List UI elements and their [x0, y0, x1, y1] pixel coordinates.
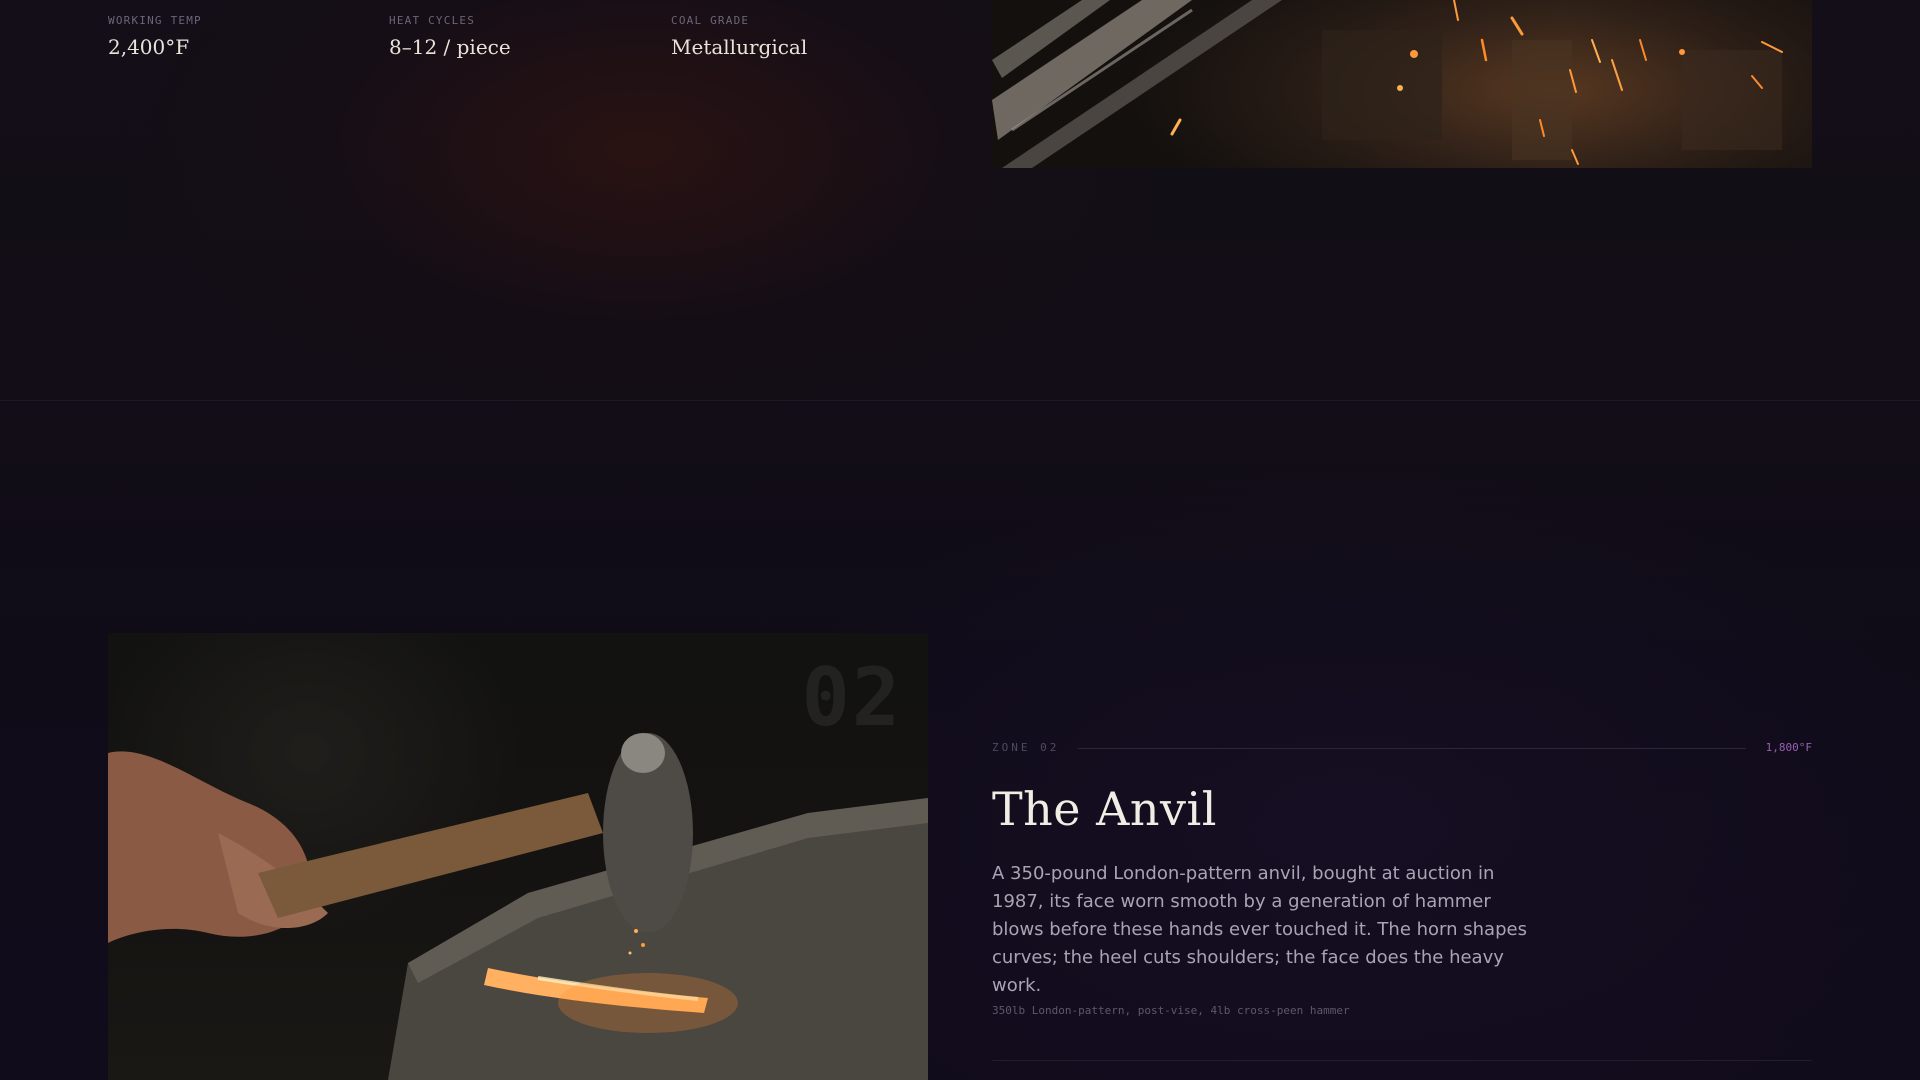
- stat-value: 8–12 / piece: [389, 35, 511, 59]
- stat-value: 2,400°F: [108, 35, 190, 59]
- forge-sparks-photo: [992, 0, 1812, 168]
- stat-label: WORKING TEMP: [108, 14, 202, 27]
- section-title: The Anvil: [992, 782, 1217, 836]
- section-divider: [0, 400, 1920, 401]
- forge-sparks-illustration: [992, 0, 1783, 168]
- anvil-photo: 02: [108, 633, 928, 1080]
- section-description: A 350-pound London-pattern anvil, bought…: [992, 863, 1527, 996]
- stat-value: Metallurgical: [671, 35, 808, 59]
- stat-label: HEAT CYCLES: [389, 14, 476, 27]
- stat-heat-cycles: HEAT CYCLES 8–12 / piece: [389, 14, 511, 59]
- forge-section: WORKING TEMP 2,400°F HEAT CYCLES 8–12 / …: [0, 0, 1920, 400]
- stat-label: COAL GRADE: [671, 14, 750, 27]
- equipment-spec: 350lb London-pattern, post-vise, 4lb cro…: [992, 1004, 1350, 1017]
- section-bottom-divider: [992, 1060, 1812, 1061]
- zone-number-watermark: 02: [801, 651, 902, 744]
- zone-temperature: 1,800°F: [1765, 741, 1812, 754]
- stat-working-temp: WORKING TEMP 2,400°F: [108, 14, 202, 59]
- zone-header: ZONE 02 1,800°F: [992, 740, 1812, 756]
- stat-coal-grade: COAL GRADE Metallurgical: [671, 14, 807, 59]
- zone-divider: [1078, 748, 1746, 749]
- zone-label: ZONE 02: [992, 741, 1060, 754]
